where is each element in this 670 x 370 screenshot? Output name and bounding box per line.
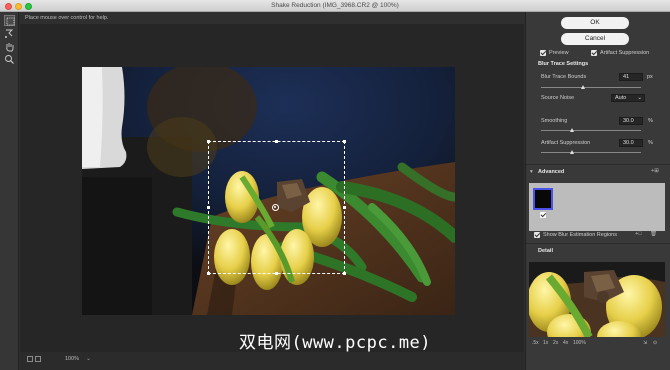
blur-region-checkbox[interactable] xyxy=(540,212,546,218)
status-bar: 100% ⌄ xyxy=(20,352,524,370)
collapse-triangle-icon[interactable]: ▾ xyxy=(530,169,533,175)
region-handle-right[interactable] xyxy=(343,206,346,209)
region-handle-top[interactable] xyxy=(275,140,278,143)
blur-direction-tool-icon[interactable] xyxy=(4,28,15,39)
zoom-level[interactable]: 100% xyxy=(65,356,79,362)
zoom-in-icon[interactable] xyxy=(35,356,41,362)
window-title: Shake Reduction (IMG_3968.CR2 @ 100%) xyxy=(271,2,399,9)
source-noise-value: Auto xyxy=(615,95,627,101)
chevron-down-icon: ⌄ xyxy=(637,95,642,101)
artifact-suppression-slider-knob[interactable] xyxy=(570,150,574,154)
region-center-icon[interactable] xyxy=(272,204,279,211)
image-canvas[interactable] xyxy=(20,24,524,352)
blur-trace-settings-header: Blur Trace Settings xyxy=(538,61,589,67)
show-blur-regions-label: Show Blur Estimation Regions xyxy=(543,232,617,238)
tools-panel xyxy=(0,12,19,370)
chevron-down-icon[interactable]: ⌄ xyxy=(86,355,91,362)
region-handle-bottom-left[interactable] xyxy=(207,272,210,275)
help-hint: Place mouse over control for help. xyxy=(25,15,109,21)
preview-checkbox[interactable] xyxy=(540,50,546,56)
trash-icon[interactable]: 🗑 xyxy=(650,231,657,237)
detail-loupe[interactable] xyxy=(529,262,665,337)
region-handle-top-right[interactable] xyxy=(343,140,346,143)
blur-region-thumbnail[interactable] xyxy=(533,188,553,210)
add-region-icon[interactable]: +⊞ xyxy=(651,168,659,174)
region-handle-bottom-right[interactable] xyxy=(343,272,346,275)
region-handle-bottom[interactable] xyxy=(275,272,278,275)
blur-trace-bounds-slider-knob[interactable] xyxy=(581,85,585,89)
artifact-suppression-slider[interactable] xyxy=(541,152,641,153)
divider xyxy=(526,243,670,244)
smoothing-field[interactable]: 30.0 xyxy=(619,117,643,125)
blur-regions-list xyxy=(529,183,665,231)
blur-estimation-tool-icon[interactable] xyxy=(4,15,15,26)
blur-trace-bounds-unit: px xyxy=(647,74,653,80)
source-noise-select[interactable]: Auto ⌄ xyxy=(611,94,645,102)
artifact-suppression-setting-label: Artifact Suppression xyxy=(541,140,591,146)
detail-header: Detail xyxy=(538,248,553,254)
smoothing-slider[interactable] xyxy=(541,130,641,131)
smoothing-slider-knob[interactable] xyxy=(570,128,574,132)
smoothing-unit: % xyxy=(648,118,653,124)
region-handle-left[interactable] xyxy=(207,206,210,209)
artifact-suppression-unit: % xyxy=(648,140,653,146)
zoom-tool-icon[interactable] xyxy=(4,54,15,65)
preview-label: Preview xyxy=(549,50,569,56)
divider xyxy=(526,164,670,165)
zoom-out-icon[interactable] xyxy=(27,356,33,362)
watermark-text: 双电网(www.pcpc.me) xyxy=(238,333,432,353)
show-blur-regions-checkbox[interactable] xyxy=(534,232,540,238)
hand-tool-icon[interactable] xyxy=(4,41,15,52)
blur-trace-bounds-slider[interactable] xyxy=(541,87,641,88)
ok-button[interactable]: OK xyxy=(561,17,629,29)
smoothing-label: Smoothing xyxy=(541,118,568,124)
settings-panel: OK Cancel Preview Artifact Suppression B… xyxy=(525,12,670,370)
blur-trace-bounds-field[interactable]: 41 xyxy=(619,73,643,81)
new-region-icon[interactable]: +□ xyxy=(635,231,642,237)
artifact-suppression-checkbox[interactable] xyxy=(591,50,597,56)
cancel-button[interactable]: Cancel xyxy=(561,33,629,45)
region-handle-top-left[interactable] xyxy=(207,140,210,143)
title-bar: Shake Reduction (IMG_3968.CR2 @ 100%) xyxy=(0,0,670,12)
advanced-header[interactable]: Advanced xyxy=(538,169,564,175)
blur-trace-bounds-label: Blur Trace Bounds xyxy=(541,74,587,80)
source-noise-label: Source Noise xyxy=(541,95,575,101)
artifact-suppression-label: Artifact Suppression xyxy=(600,50,650,56)
artifact-suppression-field[interactable]: 30.0 xyxy=(619,139,643,147)
